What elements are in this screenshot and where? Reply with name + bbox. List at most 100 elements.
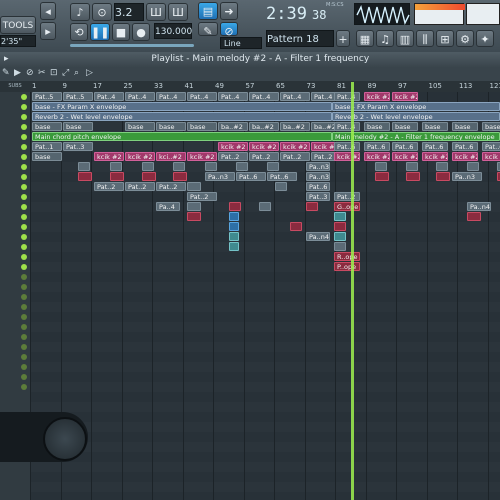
playlist-clip[interactable]: Pat..2 — [125, 182, 155, 191]
track-mute-indicator[interactable] — [21, 214, 27, 220]
record-button[interactable]: ● — [132, 23, 150, 41]
playlist-menu-icon[interactable]: ▸ — [0, 54, 13, 64]
playlist-clip[interactable]: kcik #2 — [125, 152, 155, 161]
playlist-clip[interactable]: Pat..6 — [422, 142, 448, 151]
playlist-clip[interactable]: Pat..1 — [32, 142, 62, 151]
playlist-clip[interactable]: Main melody #2 - A - Filter 1 frequency … — [332, 132, 500, 141]
playlist-clip[interactable] — [229, 202, 241, 211]
playlist-clip[interactable]: Pat..2 — [187, 192, 217, 201]
playlist-clip[interactable]: Pa..n3 — [306, 162, 330, 171]
playlist-clip[interactable] — [334, 232, 346, 241]
playlist-clip[interactable] — [267, 162, 279, 171]
playlist-clip[interactable]: G..ope — [334, 202, 360, 211]
playlist-clip[interactable]: Pat..4 — [334, 92, 360, 101]
track-mute-indicator[interactable] — [21, 184, 27, 190]
playlist-clip[interactable] — [436, 172, 450, 181]
playlist-clip[interactable]: kcik #2 — [482, 152, 500, 161]
playlist-clip[interactable]: Pa..4 — [156, 202, 180, 211]
playlist-clip[interactable] — [436, 162, 448, 171]
loop-button[interactable]: ⟲ — [70, 23, 88, 41]
track-mute-indicator[interactable] — [21, 194, 27, 200]
playlist-clip[interactable]: P..ope — [334, 262, 360, 271]
view-pianoroll-button[interactable]: ♫ — [376, 30, 394, 47]
playlist-clip[interactable]: base — [364, 122, 390, 131]
playlist-clip[interactable]: Pa..n4 — [306, 232, 330, 241]
metronome-button[interactable]: ♪ — [70, 3, 90, 21]
zoom-tool-icon[interactable]: ⌕ — [74, 68, 79, 78]
playlist-clip[interactable]: Pat..4 — [334, 122, 360, 131]
playlist-clip[interactable] — [142, 162, 154, 171]
playlist-clip[interactable]: R..ope — [334, 252, 360, 261]
select-tool-icon[interactable]: ⤢ — [62, 68, 69, 78]
playlist-clip[interactable]: Pat..4 — [218, 92, 248, 101]
track-mute-indicator[interactable] — [21, 164, 27, 170]
view-mixer-button[interactable]: ⫼ — [416, 30, 434, 47]
playlist-clip[interactable]: ba..#2 — [249, 122, 279, 131]
playlist-clip[interactable]: Pat..2 — [280, 152, 310, 161]
playlist-clip[interactable]: base — [422, 122, 448, 131]
playlist-clip[interactable] — [406, 172, 420, 181]
view-playlist-button[interactable]: ▦ — [356, 30, 374, 47]
playlist-clip[interactable]: Pat..4 — [94, 92, 124, 101]
playlist-clip[interactable] — [205, 162, 217, 171]
timeline-ruler[interactable]: 1 9 17 25 33 41 49 57 65 73 81 89 97 105 113 121 — [30, 81, 500, 92]
playlist-clip[interactable] — [110, 162, 122, 171]
snap-menu-button[interactable]: ✎ — [198, 22, 218, 38]
playback-tool-icon[interactable]: ▷ — [86, 68, 93, 78]
playlist-clip[interactable]: kci..#2 — [156, 152, 186, 161]
master-pitch-slider[interactable] — [70, 44, 194, 47]
knob-icon[interactable] — [43, 417, 87, 461]
playlist-clip[interactable] — [229, 212, 239, 221]
playlist-clip[interactable]: Pa..n4 — [467, 202, 491, 211]
overlay-knob-control[interactable] — [0, 412, 88, 462]
playlist-clip[interactable]: Pat..4 — [280, 92, 310, 101]
playlist-clip[interactable]: Pat..4 — [156, 92, 186, 101]
playlist-clip[interactable]: Reverb 2 - Wet level envelope — [32, 112, 332, 121]
delete-tool-icon[interactable]: ⊘ — [26, 68, 34, 78]
playlist-clip[interactable] — [236, 162, 248, 171]
draw-tool-icon[interactable]: ✎ — [2, 68, 10, 78]
playlist-clip[interactable]: Pat..2 — [218, 152, 248, 161]
track-mute-indicator[interactable] — [21, 234, 27, 240]
mode-button[interactable]: Ш — [146, 3, 166, 21]
playlist-clip[interactable] — [334, 242, 346, 251]
playlist-clip[interactable]: Pat..2 — [156, 182, 186, 191]
playlist-clip[interactable] — [406, 162, 418, 171]
playlist-clip[interactable] — [173, 162, 185, 171]
snap-right-button[interactable]: ▸ — [40, 22, 56, 40]
playlist-clip[interactable]: Pat..4 — [125, 92, 155, 101]
playlist-clip[interactable] — [78, 172, 92, 181]
playlist-clip[interactable] — [229, 242, 239, 251]
playlist-clip[interactable]: kcik #2 — [187, 152, 217, 161]
snap-left-button[interactable]: ◂ — [40, 2, 56, 20]
play-button[interactable]: ❚❚ — [90, 23, 110, 41]
playlist-clip[interactable]: base — [63, 122, 93, 131]
track-mute-indicator[interactable] — [21, 264, 27, 270]
playlist-clip[interactable]: kcik #2 — [280, 142, 310, 151]
track-mute-indicator[interactable] — [21, 354, 27, 360]
track-mute-indicator[interactable] — [21, 364, 27, 370]
playlist-clip[interactable] — [187, 212, 201, 221]
playlist-clip[interactable]: Pat..6 — [364, 142, 390, 151]
stop-button[interactable]: ■ — [112, 23, 130, 41]
playlist-clip[interactable] — [78, 162, 90, 171]
pattern-selector[interactable]: Pattern 18 — [266, 30, 334, 47]
playlist-clip[interactable]: kcik #2 — [334, 152, 360, 161]
playlist-clip[interactable]: Pa..n3 — [205, 172, 235, 181]
playlist-lanes[interactable]: Pat..5 Pat..5 Pat..4 Pat..4 Pat..4 Pat..4 Pat.… — [30, 92, 500, 500]
track-mute-indicator[interactable] — [21, 244, 27, 250]
mute-tool-icon[interactable]: ✂ — [38, 68, 46, 78]
playlist-clip[interactable] — [375, 162, 387, 171]
playlist-clip[interactable]: ba..#2 — [280, 122, 310, 131]
track-mute-indicator[interactable] — [21, 204, 27, 210]
playlist-clip[interactable] — [229, 222, 239, 231]
playlist-clip[interactable]: Pa..n3 — [452, 172, 482, 181]
playlist-clip[interactable]: kcik #2 — [452, 152, 478, 161]
playlist-clip[interactable]: kcik #2 — [364, 152, 390, 161]
playlist-clip[interactable]: base — [32, 152, 62, 161]
playlist-clip[interactable]: Pat..6 — [267, 172, 297, 181]
playlist-clip[interactable] — [259, 202, 271, 211]
count-button[interactable]: ⊙ — [92, 3, 112, 21]
playlist-clip[interactable]: base — [187, 122, 217, 131]
playlist-clip[interactable]: Pat..6 — [236, 172, 266, 181]
